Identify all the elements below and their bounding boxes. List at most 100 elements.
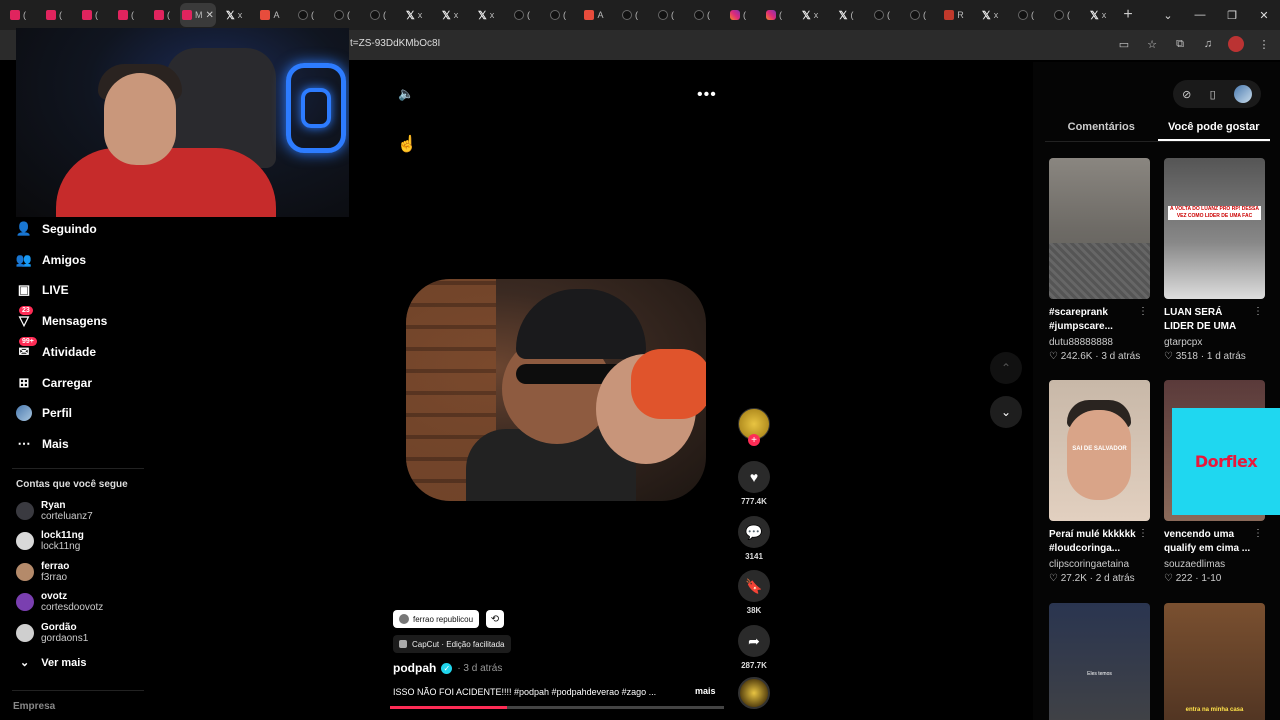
compass-icon[interactable]: ⊘ bbox=[1182, 88, 1191, 101]
caption-more-link[interactable]: mais bbox=[695, 686, 716, 696]
device-icon[interactable]: ▯ bbox=[1210, 88, 1216, 101]
more-options-icon[interactable]: ••• bbox=[697, 86, 717, 104]
browser-tab[interactable]: 𝕏x bbox=[216, 3, 252, 27]
browser-profile-avatar[interactable] bbox=[1228, 36, 1244, 52]
author-name[interactable]: podpah bbox=[393, 661, 436, 675]
kebab-menu-icon[interactable]: ⋮ bbox=[1253, 306, 1263, 317]
browser-tab[interactable]: A bbox=[252, 3, 288, 27]
video-card-author[interactable]: dutu88888888 bbox=[1049, 337, 1150, 348]
video-thumbnail[interactable] bbox=[1049, 158, 1150, 299]
browser-tab[interactable]: ( bbox=[1044, 3, 1080, 27]
followed-account[interactable]: ovotz cortesdoovotz bbox=[16, 588, 156, 616]
browser-tab[interactable]: ( bbox=[144, 3, 180, 27]
followed-account[interactable]: ferrao f3rrao bbox=[16, 558, 156, 586]
video-card[interactable]: #scareprank #jumpscare... ⋮ dutu88888888 ♡ … bbox=[1049, 158, 1150, 362]
media-icon[interactable]: ♫ bbox=[1200, 36, 1216, 52]
minimize-button[interactable]: — bbox=[1184, 0, 1216, 30]
see-more-button[interactable]: ⌄ Ver mais bbox=[20, 656, 86, 670]
video-progress-bar[interactable] bbox=[390, 706, 724, 709]
followed-account[interactable]: Ryan corteluanz7 bbox=[16, 497, 156, 525]
repost-chip[interactable]: ferrao republicou bbox=[393, 610, 480, 628]
browser-tab[interactable]: ( bbox=[612, 3, 648, 27]
browser-tab[interactable]: A bbox=[576, 3, 612, 27]
user-avatar[interactable] bbox=[1233, 85, 1252, 103]
browser-tab[interactable]: R bbox=[936, 3, 972, 27]
previous-video-button[interactable]: ⌃ bbox=[990, 352, 1022, 384]
browser-tab[interactable]: 𝕏x bbox=[792, 3, 828, 27]
browser-tab[interactable]: ( bbox=[0, 3, 36, 27]
company-link[interactable]: Empresa bbox=[13, 701, 55, 712]
address-bar[interactable]: t=ZS-93DdKMbOc8I bbox=[350, 38, 440, 49]
restore-button[interactable]: ❐ bbox=[1216, 0, 1248, 30]
browser-tab[interactable]: ( bbox=[756, 3, 792, 27]
browser-tab[interactable]: 𝕏x bbox=[396, 3, 432, 27]
sidebar-item-amigos[interactable]: 👥 Amigos bbox=[16, 250, 86, 270]
sidebar-item-atividade[interactable]: ✉ 99+ Atividade bbox=[16, 337, 96, 362]
extensions-icon[interactable]: ⧉ bbox=[1172, 36, 1188, 52]
comment-button[interactable]: 💬 3141 bbox=[738, 516, 770, 561]
repost-icon[interactable]: ⟲ bbox=[486, 610, 504, 628]
music-disc-icon[interactable] bbox=[738, 677, 770, 709]
browser-tab[interactable]: ( bbox=[504, 3, 540, 27]
browser-tab[interactable]: 𝕏( bbox=[828, 3, 864, 27]
heart-button[interactable]: ♥ 777.4K bbox=[738, 461, 770, 506]
browser-tab[interactable]: ( bbox=[864, 3, 900, 27]
close-tab-icon[interactable]: ✕ bbox=[206, 10, 214, 21]
browser-tab[interactable]: 𝕏x bbox=[468, 3, 504, 27]
panel-tab[interactable]: Você pode gostar bbox=[1157, 118, 1270, 141]
panel-tab[interactable]: Comentários bbox=[1045, 118, 1158, 141]
browser-tab[interactable]: ( bbox=[324, 3, 360, 27]
video-card[interactable]: A VOLTA DO LUANZ PRO RP! DESSA VEZ COMO … bbox=[1164, 158, 1265, 362]
volume-icon[interactable]: 🔈 bbox=[398, 86, 414, 102]
video-card-author[interactable]: clipscoringaetaina bbox=[1049, 559, 1150, 570]
browser-tab[interactable]: ( bbox=[360, 3, 396, 27]
browser-tab[interactable]: ( bbox=[36, 3, 72, 27]
video-content[interactable] bbox=[406, 279, 706, 501]
followed-account[interactable]: lock11ng lock11ng bbox=[16, 527, 156, 555]
browser-tab[interactable]: ( bbox=[900, 3, 936, 27]
browser-tab[interactable]: ( bbox=[540, 3, 576, 27]
browser-tab[interactable]: ( bbox=[108, 3, 144, 27]
sidebar-item-mensagens[interactable]: ▽ 23 Mensagens bbox=[16, 306, 107, 331]
bookmark-button[interactable]: 🔖 38K bbox=[738, 570, 770, 615]
browser-tab[interactable]: ( bbox=[720, 3, 756, 27]
bookmark-star-icon[interactable]: ☆ bbox=[1144, 36, 1160, 52]
browser-tab[interactable]: ( bbox=[684, 3, 720, 27]
sidebar-item-carregar[interactable]: ⊞ Carregar bbox=[16, 373, 92, 393]
video-card[interactable]: entra na minha casa bbox=[1164, 603, 1265, 720]
tab-search-button[interactable]: ⌄ bbox=[1152, 0, 1184, 30]
browser-tab[interactable]: ( bbox=[72, 3, 108, 27]
video-thumbnail[interactable]: A VOLTA DO LUANZ PRO RP! DESSA VEZ COMO … bbox=[1164, 158, 1265, 299]
sidebar-item-live[interactable]: ▣ LIVE bbox=[16, 280, 69, 300]
video-thumbnail[interactable]: entra na minha casa bbox=[1164, 603, 1265, 720]
cast-icon[interactable]: ▭ bbox=[1116, 36, 1132, 52]
new-tab-button[interactable]: + bbox=[1116, 3, 1140, 27]
sidebar-item-seguindo[interactable]: 👤 Seguindo bbox=[16, 219, 97, 239]
video-thumbnail[interactable]: Eles temos bbox=[1049, 603, 1150, 720]
share-button[interactable]: ➦ 287.7K bbox=[738, 625, 770, 670]
next-video-button[interactable]: ⌄ bbox=[990, 396, 1022, 428]
capcut-chip[interactable]: CapCut · Edição facilitada bbox=[393, 635, 511, 653]
browser-tab[interactable]: M ✕ bbox=[180, 3, 216, 27]
browser-tab[interactable]: ( bbox=[648, 3, 684, 27]
browser-tab[interactable]: ( bbox=[1008, 3, 1044, 27]
video-thumbnail[interactable]: SAI DE SALVADOR bbox=[1049, 380, 1150, 521]
close-window-button[interactable]: ✕ bbox=[1248, 0, 1280, 30]
kebab-menu-icon[interactable]: ⋮ bbox=[1253, 528, 1263, 539]
browser-tab[interactable]: 𝕏x bbox=[972, 3, 1008, 27]
kebab-menu-icon[interactable]: ⋮ bbox=[1138, 528, 1148, 539]
kebab-menu-icon[interactable]: ⋮ bbox=[1138, 306, 1148, 317]
sidebar-item-perfil[interactable]: Perfil bbox=[16, 403, 72, 423]
browser-tab[interactable]: 𝕏x bbox=[432, 3, 468, 27]
followed-account[interactable]: Gordão gordaons1 bbox=[16, 619, 156, 647]
account-handle: lock11ng bbox=[41, 541, 81, 552]
video-card[interactable]: Eles temos bbox=[1049, 603, 1150, 720]
browser-tab[interactable]: 𝕏x bbox=[1080, 3, 1116, 27]
video-card[interactable]: SAI DE SALVADOR Peraí mulé kkkkkk #loudco… bbox=[1049, 380, 1150, 584]
video-card-author[interactable]: gtarpcpx bbox=[1164, 337, 1265, 348]
follow-plus-icon[interactable]: + bbox=[748, 434, 760, 446]
browser-tab[interactable]: ( bbox=[288, 3, 324, 27]
sidebar-item-mais[interactable]: ⋯ Mais bbox=[16, 434, 69, 454]
video-card-author[interactable]: souzaedlimas bbox=[1164, 559, 1265, 570]
browser-menu-icon[interactable]: ⋮ bbox=[1256, 36, 1272, 52]
